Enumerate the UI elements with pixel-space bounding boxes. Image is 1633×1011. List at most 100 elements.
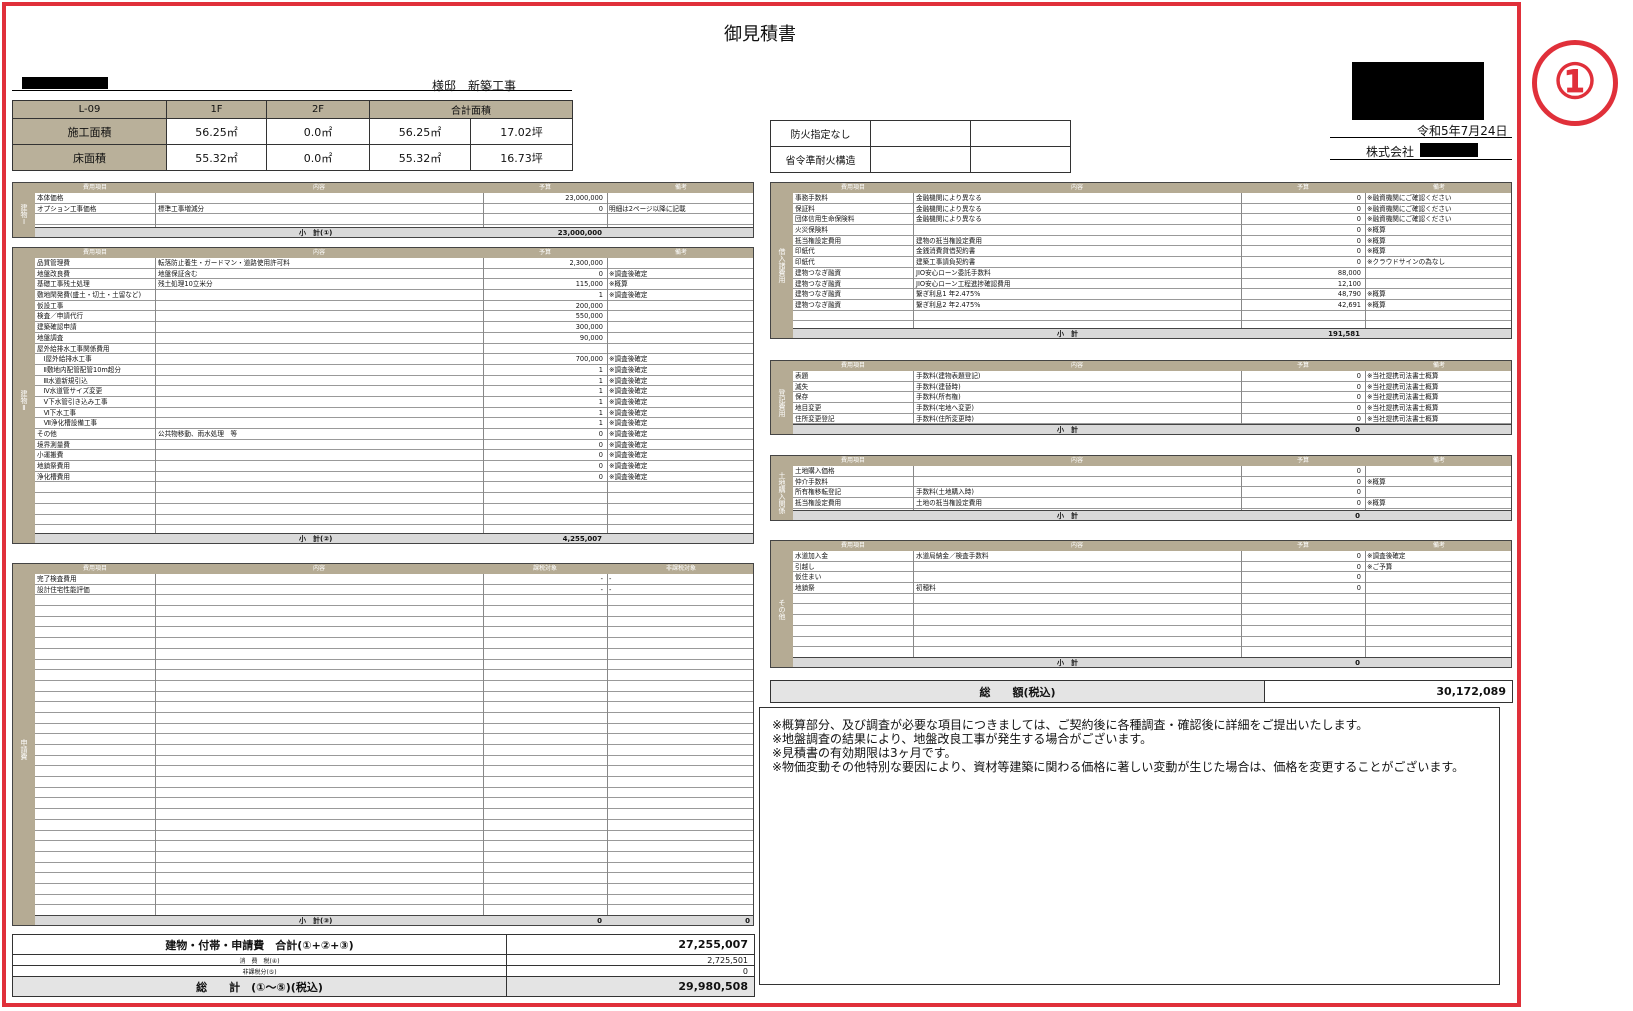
table-row [35,831,753,842]
column-header: 備考 [1432,542,1446,549]
table-row: Ⅳ水道管サイズ変更 1 ※調査後確定 [35,386,753,397]
notes-box: ※概算部分、及び調査が必要な項目につきましては、ご契約後に各種調査・確認後に詳細… [759,707,1500,985]
column-header: 予算 [538,249,552,256]
subtotal-row: 小 計(②) 4,255,007 [35,533,753,543]
column-header: 費用項目 [840,362,866,369]
table-row [35,504,753,515]
table-row [35,713,753,724]
table-row: 境界測量費 0 ※調査後確定 [35,440,753,451]
section-side-label: 登記費用 [771,371,793,434]
table-row [35,863,753,874]
table-row: 所有権移転登記 手数料(土地購入時) 0 [793,487,1511,499]
grand-total-table: 総 額(税込) 30,172,089 [770,680,1513,703]
table-row [35,649,753,660]
column-header: 予算 [538,184,552,191]
table-row [35,788,753,799]
section-side-label: 建物Ⅰ [13,193,35,237]
table-row: 仲介手数料 0 ※概算 [793,477,1511,488]
table-row [35,627,753,639]
table-row [35,756,753,767]
table-row: 浄化槽費用 0 ※調査後確定 [35,472,753,483]
table-row: 住所変更登記 手数料(住所変更時) 0 ※当社提携司法書士概算 [793,414,1511,425]
table-row: 建築確認申請 300,000 [35,322,753,333]
column-header: 備考 [1432,457,1446,464]
r2-section: 費用項目 内容 予算 備考 登記費用 表題 手数料(建物表題登記) 0 ※当社提携司法書士概算滅… [770,360,1512,435]
column-header: 費用項目 [840,184,866,191]
table-row: 建物つなぎ融資 JIO安心ローン委託手数料 88,000 [793,268,1511,279]
table-row: 地盤改良費 地盤保証含む 0 ※調査後確定 [35,269,753,280]
table-row [793,637,1511,648]
table-row: 団体信用生命保険料 金融機関により異なる 0 ※融資機関にご確認ください [793,214,1511,226]
table-row: 引越し 0 ※ご予算 [793,562,1511,573]
table-row [35,702,753,713]
table-row: Ⅵ下水工事 1 ※調査後確定 [35,408,753,419]
table-row: 印紙代 建築工事請負契約書 0 ※クラウドサインの為なし [793,257,1511,268]
column-header: 費用項目 [82,184,108,191]
subtotal-row: 小 計(③) 0 0 [35,915,753,925]
table-row [35,638,753,649]
table-row [793,615,1511,626]
table-row: 抵当権設定費用 土地の抵当権設定費用 0 ※概算 [793,498,1511,509]
subtotal-row: 小 計0 [793,510,1511,520]
column-header: 非課税対象 [665,565,697,572]
column-header: 備考 [674,249,688,256]
table-row [35,493,753,504]
column-header: 予算 [1296,362,1310,369]
column-header: 予算 [1296,184,1310,191]
project-name: 様邸 新築工事 [432,79,517,93]
table-row: 表題 手数料(建物表題登記) 0 ※当社提携司法書士概算 [793,371,1511,382]
table-row [35,873,753,884]
column-header: 内容 [312,184,326,191]
section-side-label: 建物Ⅱ [13,258,35,543]
table-row [35,670,753,681]
table-row: オプション工事価格 標準工事増減分 0 明細は2ページ以降に記載 [35,204,753,215]
table-row: 完了検査費用 - - [35,574,753,585]
column-header: 内容 [312,565,326,572]
document-title: 御見積書 [724,24,796,45]
table-row: 印紙代 金銭消費貸借契約書 0 ※概算 [793,246,1511,258]
column-header: 内容 [1070,457,1084,464]
column-header: 費用項目 [82,565,108,572]
table-row [35,820,753,831]
table-row [793,604,1511,616]
note-line: ※見積書の有効期限は3ヶ月です。 [772,746,957,760]
table-row [35,734,753,745]
table-row: その他 公共物移動、雨水処理 等 0 ※調査後確定 [35,429,753,440]
column-header: 予算 [1296,457,1310,464]
table-row: 基礎工事残土処理 残土処理10立米分 115,000 ※概算 [35,279,753,291]
s3-section: 費用項目 内容 課税対象 非課税対象 申請費 完了検査費用 - - 設計住宅性能評価 - - 小 計(… [12,563,754,926]
redacted-name [22,77,108,89]
table-row [35,884,753,895]
table-row [35,766,753,778]
subtotal-row: 小 計0 [793,657,1511,667]
column-header: 内容 [1070,362,1084,369]
table-row: 設計住宅性能評価 - - [35,585,753,596]
table-row: 地鎮祭費用 0 ※調査後確定 [35,461,753,472]
section-side-label: 申請費 [13,574,35,925]
table-row: 事務手数料 金融機関により異なる 0 ※融資機関にご確認ください [793,193,1511,204]
table-row: 仮設工事 200,000 [35,301,753,312]
table-row [793,311,1511,322]
table-row: Ⅶ浄化槽設備工事 1 ※調査後確定 [35,418,753,429]
s1-section: 費用項目 内容 予算 備考 建物Ⅰ 本体価格 23,000,000 オプション工事価格 標準工事… [12,182,754,238]
table-row: 抵当権設定費用 建物の抵当権設定費用 0 ※概算 [793,236,1511,247]
table-row: 火災保険料 0 ※概算 [793,225,1511,236]
table-row: 建物つなぎ融資 JIO安心ローン工程進捗確認費用 12,100 [793,279,1511,290]
column-header: 費用項目 [82,249,108,256]
subtotal-row: 小 計 191,581 [793,328,1511,338]
subtotal-row: 小 計(①) 23,000,000 [35,227,753,237]
table-row [35,777,753,788]
subtotal-row: 小 計0 [793,424,1511,434]
section-side-label: 土地購入関係 [771,466,793,520]
table-row: 屋外給排水工事関係費用 [35,344,753,355]
r1-section: 費用項目 内容 予算 備考 借入諸費用 事務手数料 金融機関により異なる 0 ※融資機関にご確認… [770,182,1512,339]
summary-table: 建物・付帯・申請費 合計(①+②+③) 27,255,007 消 費 税(④) 2,… [12,934,755,997]
column-header: 内容 [312,249,326,256]
r4-section: 費用項目 内容 予算 備考 その他 水道加入金 水道局納金／検査手数料 0 ※調査後確定 引越し 0… [770,540,1512,668]
table-row: 品質管理費 転落防止養生・ガードマン・道路使用許可料 2,300,000 [35,258,753,269]
table-row: 滅失 手数料(建替時) 0 ※当社提携司法書士概算 [793,382,1511,393]
table-row [35,745,753,756]
table-row [35,214,753,226]
table-row [35,692,753,703]
company-name: 株式会社 [1366,145,1415,159]
